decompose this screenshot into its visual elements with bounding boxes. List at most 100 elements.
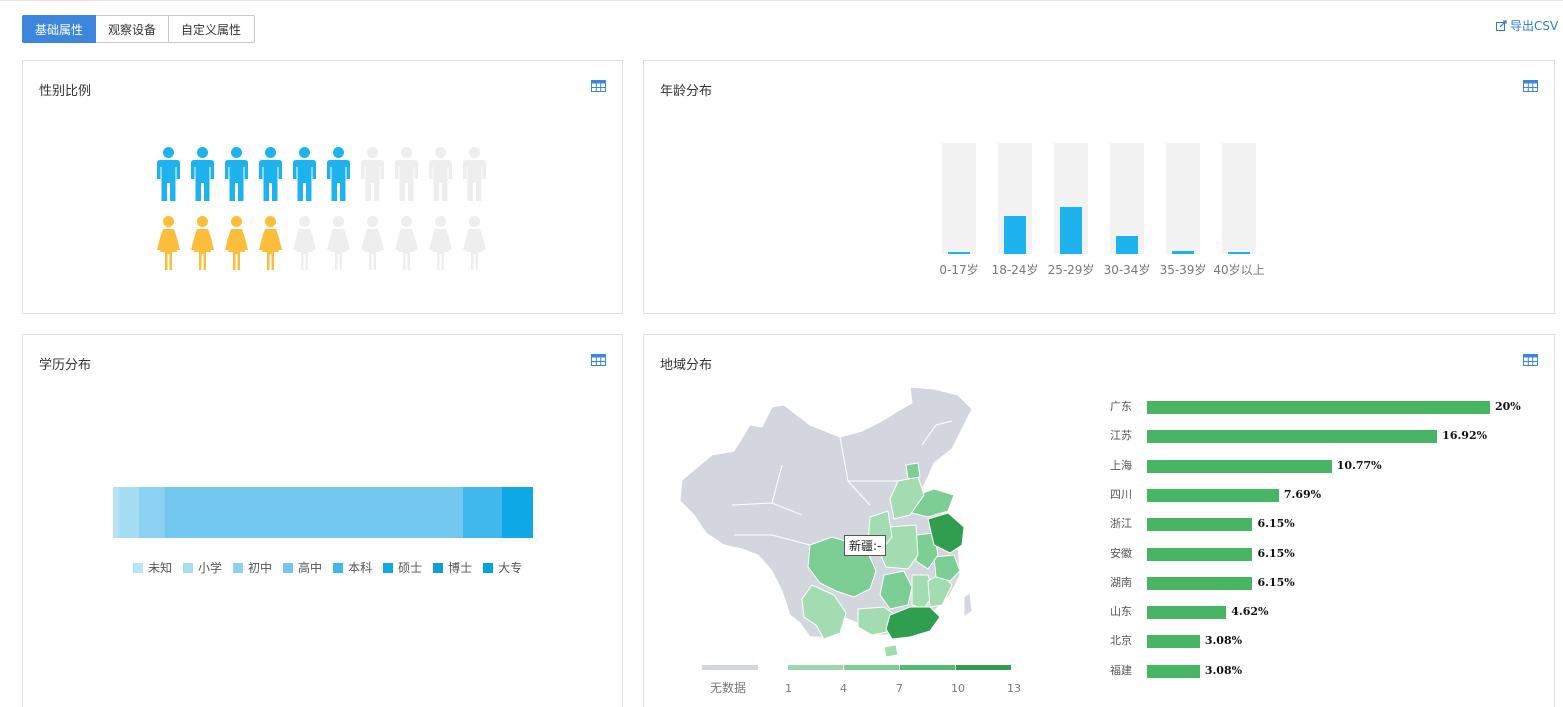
- region-rank-row[interactable]: 上海 10.77%: [1110, 458, 1550, 474]
- education-bar-segment[interactable]: [502, 487, 533, 538]
- age-bar[interactable]: [1060, 207, 1082, 254]
- male-person-icon: [361, 147, 384, 201]
- legend-tick-label: 10: [951, 682, 965, 695]
- age-bar[interactable]: [1172, 250, 1194, 254]
- region-name: 浙江: [1110, 517, 1132, 531]
- region-rank-row[interactable]: 浙江 6.15%: [1110, 516, 1550, 532]
- legend-step-3: [900, 665, 955, 670]
- education-bar-segment[interactable]: [139, 487, 166, 538]
- age-bar-track: [1166, 143, 1200, 254]
- region-rank-row[interactable]: 湖南 6.15%: [1110, 575, 1550, 591]
- table-view-icon[interactable]: [1523, 80, 1538, 92]
- education-legend-item[interactable]: 未知: [133, 559, 172, 576]
- female-person-icon: [225, 216, 248, 270]
- region-rank-row[interactable]: 广东 20%: [1110, 399, 1550, 415]
- map-region-beijing[interactable]: [905, 462, 921, 480]
- female-person-icon: [463, 216, 486, 270]
- region-bar: [1147, 401, 1490, 414]
- region-name: 福建: [1110, 663, 1132, 677]
- legend-label: 大专: [498, 561, 523, 575]
- age-bar-track: [1110, 143, 1144, 254]
- age-bar[interactable]: [1004, 216, 1026, 254]
- legend-label: 小学: [198, 561, 223, 575]
- china-map-svg[interactable]: [672, 385, 1032, 675]
- female-person-icon: [361, 216, 384, 270]
- region-rank-row[interactable]: 福建 3.08%: [1110, 663, 1550, 679]
- region-bar: [1147, 518, 1253, 532]
- region-rank-row[interactable]: 四川 7.69%: [1110, 487, 1550, 503]
- education-legend-item[interactable]: 初中: [233, 559, 272, 576]
- legend-tick-label: 1: [785, 682, 792, 695]
- legend-label: 本科: [348, 561, 373, 575]
- region-value-label: 3.08%: [1204, 663, 1243, 677]
- region-value-label: 7.69%: [1283, 487, 1322, 501]
- region-name: 北京: [1110, 634, 1132, 648]
- female-person-icon: [191, 216, 214, 270]
- legend-label: 未知: [148, 561, 173, 575]
- tab-custom-attributes[interactable]: 自定义属性: [169, 15, 255, 43]
- legend-swatch: [483, 562, 494, 573]
- education-bar-segment[interactable]: [165, 487, 464, 538]
- region-bar: [1147, 635, 1200, 649]
- region-bar: [1147, 488, 1279, 502]
- tab-observed-devices[interactable]: 观察设备: [96, 15, 169, 43]
- education-legend-item[interactable]: 高中: [283, 559, 322, 576]
- china-map[interactable]: 新疆:-: [672, 385, 1032, 679]
- map-region-taiwan[interactable]: [963, 592, 973, 618]
- education-legend-item[interactable]: 小学: [183, 559, 222, 576]
- age-panel-title: 年龄分布: [660, 84, 713, 99]
- region-panel-title: 地域分布: [660, 358, 713, 373]
- region-name: 安徽: [1110, 546, 1132, 560]
- education-bar-segment[interactable]: [118, 487, 140, 538]
- female-person-icon: [327, 216, 350, 270]
- education-stacked-bar: [113, 487, 533, 538]
- legend-step-4: [956, 665, 1011, 670]
- male-person-icon: [225, 147, 248, 201]
- age-distribution-panel: 年龄分布 0-17岁 18-24岁 25-29岁 30-34岁 35-39岁 40岁以上: [643, 60, 1555, 314]
- education-panel-title: 学历分布: [39, 358, 92, 373]
- region-name: 广东: [1110, 400, 1132, 413]
- male-person-icon: [429, 147, 452, 201]
- export-csv-label: 导出CSV: [1510, 19, 1559, 33]
- table-view-icon[interactable]: [591, 354, 606, 366]
- education-legend-item[interactable]: 大专: [483, 559, 522, 576]
- male-person-icon: [157, 147, 180, 201]
- table-view-icon[interactable]: [1523, 354, 1538, 366]
- region-rank-row[interactable]: 山东 4.62%: [1110, 604, 1550, 620]
- region-value-label: 4.62%: [1231, 605, 1269, 619]
- legend-swatch: [383, 562, 394, 573]
- map-region-hainan[interactable]: [883, 644, 899, 658]
- region-value-label: 6.15%: [1257, 546, 1295, 560]
- education-legend-item[interactable]: 博士: [433, 559, 472, 576]
- education-legend-item[interactable]: 本科: [333, 559, 372, 576]
- male-icon-row: [156, 147, 496, 201]
- table-view-icon[interactable]: [591, 80, 606, 92]
- export-csv-link[interactable]: 导出CSV: [1496, 17, 1558, 34]
- region-value-label: 6.15%: [1257, 517, 1295, 531]
- region-name: 江苏: [1110, 429, 1132, 443]
- male-person-icon: [191, 147, 214, 201]
- legend-label: 硕士: [398, 561, 423, 575]
- legend-no-data-swatch: [702, 665, 758, 670]
- education-bar-segment[interactable]: [463, 487, 503, 538]
- legend-no-data-label: 无数据: [710, 681, 747, 695]
- region-rank-row[interactable]: 安徽 6.15%: [1110, 546, 1550, 562]
- age-tick-label: 40岁以上: [1213, 263, 1265, 277]
- tab-basic-attributes[interactable]: 基础属性: [22, 15, 96, 43]
- education-legend-item[interactable]: 硕士: [383, 559, 422, 576]
- gender-ratio-panel: 性别比例: [22, 60, 623, 314]
- region-name: 山东: [1110, 605, 1132, 619]
- legend-step-1: [788, 665, 843, 670]
- male-person-icon: [259, 147, 282, 201]
- age-bar-track: [942, 143, 976, 254]
- region-value-label: 10.77%: [1336, 458, 1382, 472]
- age-bar[interactable]: [948, 251, 970, 254]
- region-rank-row[interactable]: 江苏 16.92%: [1110, 428, 1550, 444]
- legend-label: 博士: [448, 561, 473, 575]
- region-rank-row[interactable]: 北京 3.08%: [1110, 633, 1550, 649]
- age-bar[interactable]: [1116, 236, 1138, 254]
- legend-label: 初中: [248, 561, 273, 575]
- age-bar[interactable]: [1228, 251, 1250, 254]
- legend-tick-label: 7: [896, 682, 903, 695]
- region-value-label: 3.08%: [1204, 634, 1243, 648]
